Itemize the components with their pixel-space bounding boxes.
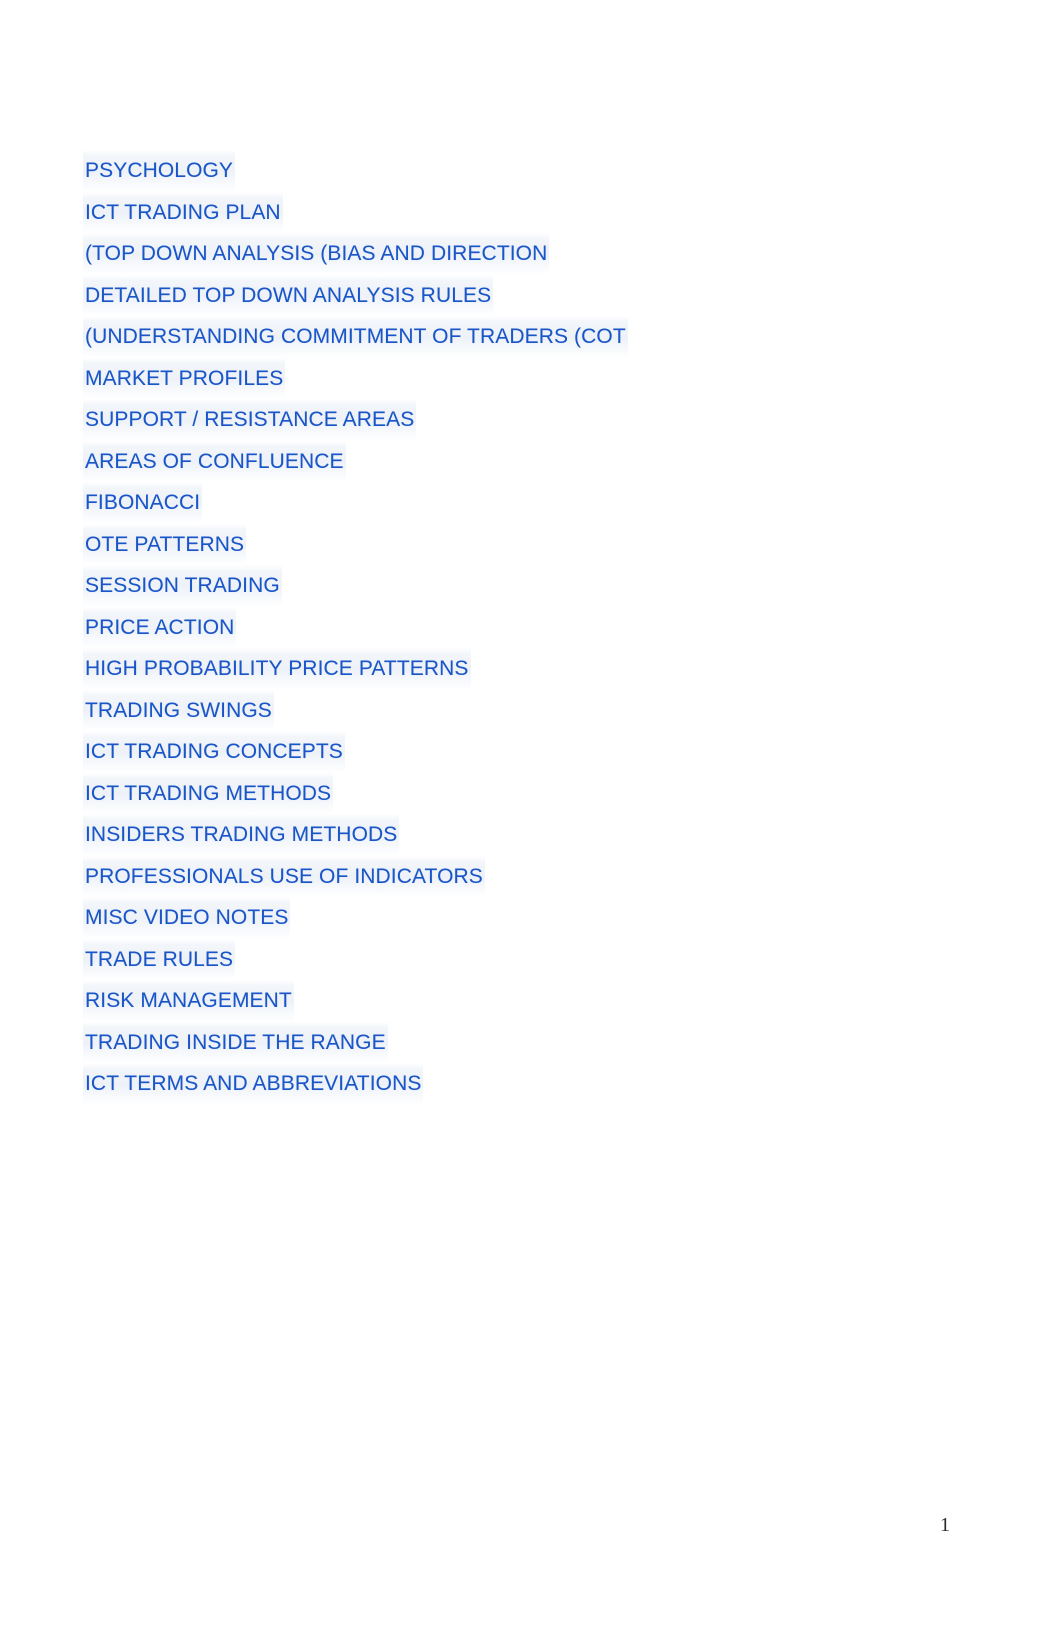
toc-link[interactable]: INSIDERS TRADING METHODS [83,814,400,856]
page-number: 1 [940,1514,950,1536]
toc-link[interactable]: PRICE ACTION [83,606,237,648]
toc-link[interactable]: PROFESSIONALS USE OF INDICATORS [83,855,485,897]
toc-link[interactable]: (UNDERSTANDING COMMITMENT OF TRADERS (CO… [83,316,628,358]
toc-link[interactable]: TRADING SWINGS [83,689,274,731]
toc-link[interactable]: (TOP DOWN ANALYSIS (BIAS AND DIRECTION [83,233,550,275]
toc-link[interactable]: OTE PATTERNS [83,523,247,565]
toc-link[interactable]: ICT TERMS AND ABBREVIATIONS [83,1063,424,1105]
toc-link[interactable]: PSYCHOLOGY [83,150,236,192]
toc-link[interactable]: HIGH PROBABILITY PRICE PATTERNS [83,648,471,690]
toc-link[interactable]: SESSION TRADING [83,565,282,607]
toc-link[interactable]: MISC VIDEO NOTES [83,897,291,939]
toc-link[interactable]: TRADING INSIDE THE RANGE [83,1021,388,1063]
toc-link[interactable]: MARKET PROFILES [83,357,286,399]
document-page: PSYCHOLOGY ICT TRADING PLAN (TOP DOWN ANAL… [0,0,1062,1627]
toc-link[interactable]: AREAS OF CONFLUENCE [83,440,346,482]
toc-link[interactable]: FIBONACCI [83,482,203,524]
toc-link[interactable]: ICT TRADING METHODS [83,772,334,814]
toc-link[interactable]: RISK MANAGEMENT [83,980,294,1022]
toc-link[interactable]: ICT TRADING CONCEPTS [83,731,345,773]
toc-link[interactable]: ICT TRADING PLAN [83,191,283,233]
table-of-contents: PSYCHOLOGY ICT TRADING PLAN (TOP DOWN ANAL… [83,150,943,1105]
toc-link[interactable]: TRADE RULES [83,938,236,980]
toc-link[interactable]: SUPPORT / RESISTANCE AREAS [83,399,417,441]
toc-link[interactable]: DETAILED TOP DOWN ANALYSIS RULES [83,274,494,316]
